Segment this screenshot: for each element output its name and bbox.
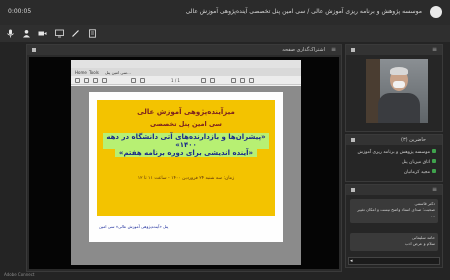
mail-icon[interactable] (93, 78, 98, 83)
chat-text: صحبت: صدای استاد واضح نیست و امکان تغییر… (357, 207, 435, 218)
meeting-app: 0:00:05 موسسه پژوهش و برنامه ریزی آموزش … (0, 0, 450, 280)
search-icon[interactable] (102, 78, 107, 83)
zoom-out-icon[interactable] (201, 78, 206, 83)
slide-heading: میزآینده‌پژوهی آموزش عالی (137, 108, 235, 116)
speaker-video (366, 59, 428, 123)
speaker-hair (390, 67, 408, 75)
speaker-body (378, 93, 420, 123)
share-pod-title: اشتراک‌گذاری صفحه (282, 47, 325, 53)
slide-banner: میزآینده‌پژوهی آموزش عالی سی امین پنل تخ… (97, 100, 275, 216)
page-indicator: 1 / 1 (171, 78, 180, 83)
app-logo-icon (430, 6, 442, 18)
page-footer: پنل «آینده‌پژوهی آموزش عالی» سی امین (99, 224, 169, 229)
chat-text: سلام و عرض ادب (404, 241, 435, 246)
share-pod-header: اشتراک‌گذاری صفحه ≡ (27, 45, 341, 55)
share-pod: اشتراک‌گذاری صفحه ≡ Home Tools سی امین پ… (26, 44, 342, 272)
window-title: موسسه پژوهش و برنامه ریزی آموزش عالی / س… (185, 8, 422, 15)
next-page-icon[interactable] (140, 78, 145, 83)
person-icon[interactable] (22, 29, 31, 38)
viewer-tab-document[interactable]: سی امین پنل... (105, 70, 131, 75)
status-bar: Adobe Connect (4, 272, 35, 277)
meeting-clock: 0:00:05 (8, 8, 32, 15)
attendee-row[interactable]: موسسه پژوهش و برنامه ریزی آموزش (357, 149, 436, 157)
slide-topic-line: «پیشران‌ها و بازدارنده‌های آتی دانشگاه د… (103, 133, 269, 149)
save-icon[interactable] (75, 78, 80, 83)
prev-page-icon[interactable] (131, 78, 136, 83)
status-dot-icon (432, 149, 436, 153)
attendee-name: اتاق میزبان پنل (401, 160, 430, 165)
attendees-pod-header: حاضرین (۳) (346, 135, 442, 145)
select-icon[interactable] (231, 78, 236, 83)
slide-subheading: سی امین پنل تخصصی (150, 120, 222, 128)
comment-icon[interactable] (240, 78, 245, 83)
attendee-row[interactable]: اتاق میزبان پنل (402, 159, 436, 167)
video-pod: ≡ (345, 44, 443, 132)
highlight-icon[interactable] (249, 78, 254, 83)
video-pod-header: ≡ (346, 45, 442, 55)
speaker-mask (393, 81, 405, 88)
pdf-viewer-window: Home Tools سی امین پنل... 1 / 1 میزآینده… (71, 60, 301, 265)
document-icon[interactable] (88, 29, 97, 38)
chat-input[interactable] (348, 257, 440, 265)
viewer-title-bar (71, 60, 301, 68)
chat-pod-menu-icon[interactable]: ≡ (432, 187, 437, 193)
attendee-row[interactable]: مجید کرمانیان (404, 169, 436, 177)
chat-message: حامد سلیمانی سلام و عرض ادب (350, 233, 438, 251)
zoom-in-icon[interactable] (210, 78, 215, 83)
slide-date: زمان: سه شنبه ۲۴ فروردین ۱۴۰۰ - ساعت ۱۱ … (137, 176, 235, 181)
viewer-tab-tools[interactable]: Tools (89, 70, 99, 75)
attendee-name: مجید کرمانیان (403, 170, 430, 175)
screen-share-icon[interactable] (55, 29, 64, 38)
attendees-title: حاضرین (۳) (401, 137, 426, 143)
mic-icon[interactable] (6, 29, 15, 38)
shared-screen: Home Tools سی امین پنل... 1 / 1 میزآینده… (29, 57, 339, 269)
attendee-name: موسسه پژوهش و برنامه ریزی آموزش (357, 150, 430, 155)
pod-icon (32, 48, 36, 52)
pod-menu-icon[interactable]: ≡ (331, 47, 336, 53)
document-canvas: میزآینده‌پژوهی آموزش عالی سی امین پنل تخ… (71, 86, 301, 265)
status-dot-icon (432, 169, 436, 173)
chat-pod-header: ≡ (346, 185, 442, 195)
attendees-pod: حاضرین (۳) موسسه پژوهش و برنامه ریزی آمو… (345, 134, 443, 182)
status-dot-icon (432, 159, 436, 163)
print-icon[interactable] (84, 78, 89, 83)
people-icon (351, 138, 355, 142)
document-page: میزآینده‌پژوهی آموزش عالی سی امین پنل تخ… (89, 92, 283, 242)
video-pod-menu-icon[interactable]: ≡ (432, 47, 437, 53)
title-bar: 0:00:05 موسسه پژوهش و برنامه ریزی آموزش … (0, 0, 450, 25)
viewer-toolbar: 1 / 1 (71, 76, 301, 85)
send-icon[interactable]: ◂ (350, 258, 353, 264)
pen-icon[interactable] (71, 29, 80, 38)
chat-pod: ≡ دکتر قاسمی صحبت: صدای استاد واضح نیست … (345, 184, 443, 268)
chat-icon (351, 188, 355, 192)
video-icon[interactable] (38, 29, 47, 38)
chat-message: دکتر قاسمی صحبت: صدای استاد واضح نیست و … (350, 199, 438, 223)
slide-topic-line-2: «آینده اندیشی برای دوره برنامه هفتم» (115, 149, 257, 157)
camera-icon (351, 48, 355, 52)
viewer-tab-home[interactable]: Home (75, 70, 87, 75)
meeting-toolbar (0, 25, 450, 42)
viewer-tabs: Home Tools سی امین پنل... (71, 68, 301, 76)
